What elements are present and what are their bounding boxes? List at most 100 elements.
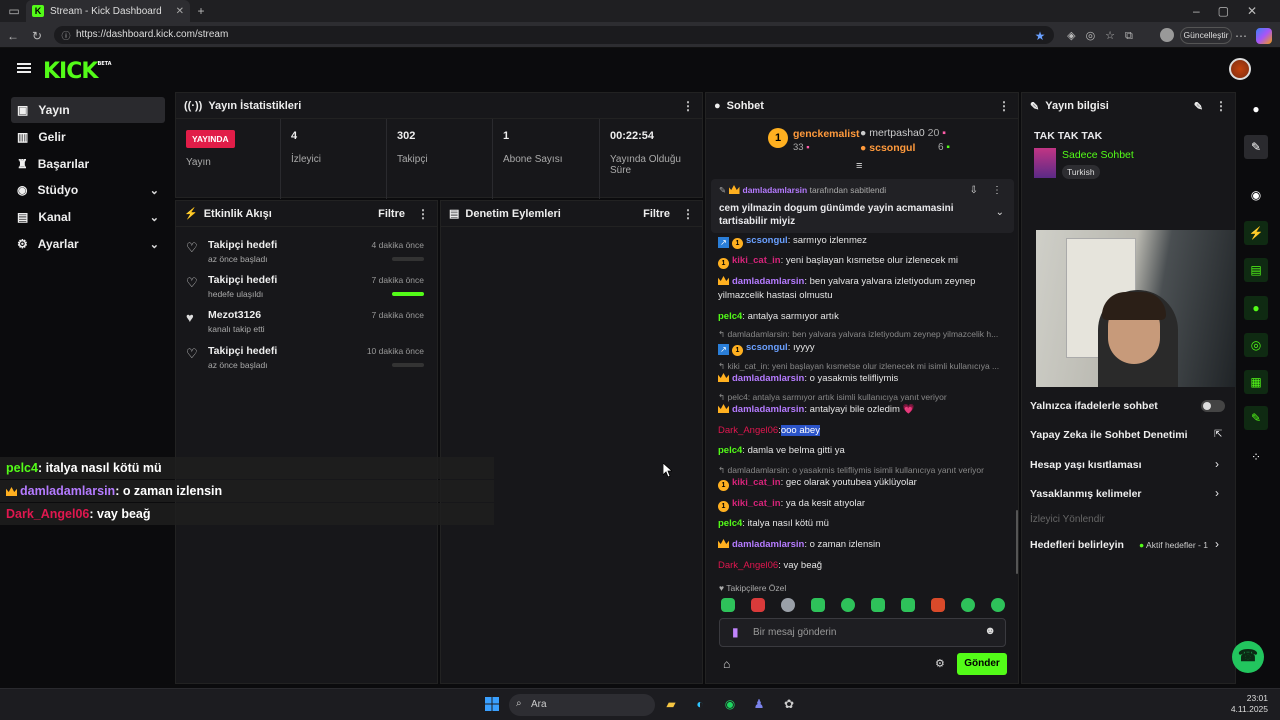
emote-icon[interactable] <box>961 598 975 612</box>
chat-bubble-icon[interactable]: ● <box>1244 296 1268 320</box>
wrench-icon[interactable]: ✎ <box>1244 406 1268 430</box>
chat-scrollbar[interactable] <box>1016 510 1018 574</box>
chat-input[interactable]: ▮ Bir mesaj gönderin ☻ <box>719 618 1006 647</box>
chat-username[interactable]: kiki_cat_in <box>732 498 781 509</box>
broadcast-icon[interactable]: ◎ <box>1244 333 1268 357</box>
browser-extension-icons[interactable]: ◈◎☆⧉ <box>1060 27 1150 45</box>
taskbar-search[interactable]: Ara <box>509 694 655 716</box>
edit-pencil-icon[interactable]: ✎ <box>1244 135 1268 159</box>
chat-username[interactable]: scsongul <box>746 342 788 353</box>
search-icon: ⌕ <box>516 698 522 709</box>
emote-icon[interactable] <box>841 598 855 612</box>
more-options-icon[interactable]: ⋮ <box>417 207 429 221</box>
chat-username[interactable]: damladamlarsin <box>732 373 804 384</box>
file-explorer-icon[interactable]: ▰ <box>660 693 682 715</box>
chat-username[interactable]: kiki_cat_in <box>732 255 781 266</box>
browser-tab[interactable]: K Stream - Kick Dashboard ✕ <box>26 0 190 22</box>
emote-icon[interactable] <box>721 598 735 612</box>
edit-pencil-icon[interactable]: ✎ <box>1194 100 1203 113</box>
app-icon[interactable]: ✿ <box>778 693 800 715</box>
sidebar-item-yayin[interactable]: ▣ Yayın <box>11 97 165 123</box>
chat-username[interactable]: pelc4 <box>718 518 742 529</box>
emote-icon[interactable] <box>991 598 1005 612</box>
stream-category[interactable]: Sadece Sohbet <box>1062 149 1134 161</box>
window-controls[interactable]: –▢✕ <box>1192 2 1276 20</box>
expand-leaderboard-icon[interactable]: ≡ <box>856 160 862 172</box>
back-icon[interactable]: ← <box>5 27 21 45</box>
windows-start-icon[interactable] <box>481 693 503 715</box>
chat-settings-gear-icon[interactable]: ⚙ <box>935 657 945 670</box>
more-options-icon[interactable]: ⋮ <box>992 185 1002 196</box>
sidebar-item-studyo[interactable]: ◉ Stüdyo ⌄ <box>11 177 165 203</box>
sidebar-item-gelir[interactable]: ▥ Gelir <box>11 124 165 150</box>
chat-username[interactable]: scsongul <box>746 235 788 246</box>
third-gifter[interactable]: ● scsongul <box>860 142 915 154</box>
profile-avatar[interactable] <box>1160 28 1174 42</box>
more-options-icon[interactable]: ⋮ <box>682 207 694 221</box>
second-gifter[interactable]: ● mertpasha0 20 ▪ <box>860 127 946 139</box>
emote-icon[interactable] <box>811 598 825 612</box>
setting-ai-moderation[interactable]: Yapay Zeka ile Sohbet Denetimi <box>1030 429 1230 441</box>
chevron-down-icon[interactable]: ⌄ <box>996 207 1004 218</box>
layout-icon[interactable]: ▦ <box>1244 370 1268 394</box>
emote-only-toggle[interactable] <box>1201 400 1225 412</box>
emote-icon[interactable] <box>931 598 945 612</box>
emote-icon[interactable] <box>751 598 765 612</box>
sidebar-item-basarilar[interactable]: ♜ Başarılar <box>11 151 165 177</box>
favorite-star-icon[interactable]: ★ <box>1032 27 1048 45</box>
send-button[interactable]: Gönder <box>957 653 1007 675</box>
chat-username[interactable]: Dark_Angel06 <box>718 560 778 571</box>
chevron-right-icon[interactable]: › <box>1215 457 1219 471</box>
edge-browser-icon[interactable]: ◐ <box>689 693 711 715</box>
refresh-icon[interactable]: ↻ <box>29 27 45 45</box>
site-info-icon[interactable]: ⓘ <box>60 27 72 45</box>
chat-username[interactable]: kiki_cat_in <box>732 477 781 488</box>
setting-account-age[interactable]: Hesap yaşı kısıtlaması <box>1030 459 1230 471</box>
chat-username[interactable]: pelc4 <box>718 311 742 322</box>
more-options-icon[interactable]: ⋮ <box>1215 99 1227 113</box>
lightning-icon[interactable]: ⚡ <box>1244 221 1268 245</box>
hamburger-menu-icon[interactable] <box>17 62 31 74</box>
sidebar-item-kanal[interactable]: ▤ Kanal ⌄ <box>11 204 165 230</box>
capture-icon[interactable]: ◉ <box>1244 183 1268 207</box>
url-field[interactable]: https://dashboard.kick.com/stream <box>54 26 1054 44</box>
user-avatar[interactable] <box>1229 58 1251 80</box>
chat-username[interactable]: pelc4 <box>718 445 742 456</box>
chat-username[interactable]: damladamlarsin <box>732 539 804 550</box>
kick-logo[interactable]: KICKBETA <box>43 59 112 84</box>
spotify-icon[interactable]: ◉ <box>719 693 741 715</box>
chevron-right-icon[interactable]: › <box>1215 486 1219 500</box>
unpin-icon[interactable]: ⇩ <box>970 185 978 196</box>
chevron-right-icon[interactable]: › <box>1215 537 1219 551</box>
help-support-button[interactable]: ☎ <box>1232 641 1264 673</box>
top-gifter-name[interactable]: genckemalist <box>793 128 860 140</box>
filter-button[interactable]: Filtre <box>643 208 670 220</box>
document-icon[interactable]: ▤ <box>1244 258 1268 282</box>
apps-icon[interactable]: ⁘ <box>1244 445 1268 469</box>
emote-icon[interactable] <box>871 598 885 612</box>
emoji-icon[interactable]: ☻ <box>984 625 996 637</box>
system-clock[interactable]: 23:01 4.11.2025 <box>1228 693 1268 715</box>
setting-banned-words[interactable]: Yasaklanmış kelimeler <box>1030 488 1230 500</box>
copilot-icon[interactable] <box>1256 28 1272 44</box>
teams-icon[interactable]: ♟ <box>748 693 770 715</box>
tab-actions-icon[interactable]: ▭ <box>6 2 22 20</box>
new-tab-icon[interactable]: + <box>194 2 208 20</box>
more-options-icon[interactable]: ⋮ <box>682 99 694 113</box>
filter-button[interactable]: Filtre <box>378 208 405 220</box>
emote-icon[interactable] <box>901 598 915 612</box>
store-icon[interactable]: ⌂ <box>723 657 730 671</box>
info-icon[interactable]: ● <box>1244 97 1268 121</box>
chat-username[interactable]: Dark_Angel06 <box>718 425 778 436</box>
browser-menu-icon[interactable]: ⋯ <box>1234 27 1248 45</box>
tab-close-icon[interactable]: ✕ <box>176 6 184 17</box>
more-options-icon[interactable]: ⋮ <box>998 99 1010 113</box>
microphone-icon[interactable]: ▮ <box>732 625 739 639</box>
sidebar-item-ayarlar[interactable]: ⚙ Ayarlar ⌄ <box>11 231 165 257</box>
chat-username[interactable]: damladamlarsin <box>732 404 804 415</box>
chat-username[interactable]: damladamlarsin <box>732 276 804 287</box>
emote-icon[interactable] <box>781 598 795 612</box>
update-button[interactable]: Güncelleştir <box>1180 27 1232 44</box>
activity-time: 7 dakika önce <box>371 275 424 285</box>
external-link-icon[interactable]: ⇱ <box>1214 429 1222 440</box>
